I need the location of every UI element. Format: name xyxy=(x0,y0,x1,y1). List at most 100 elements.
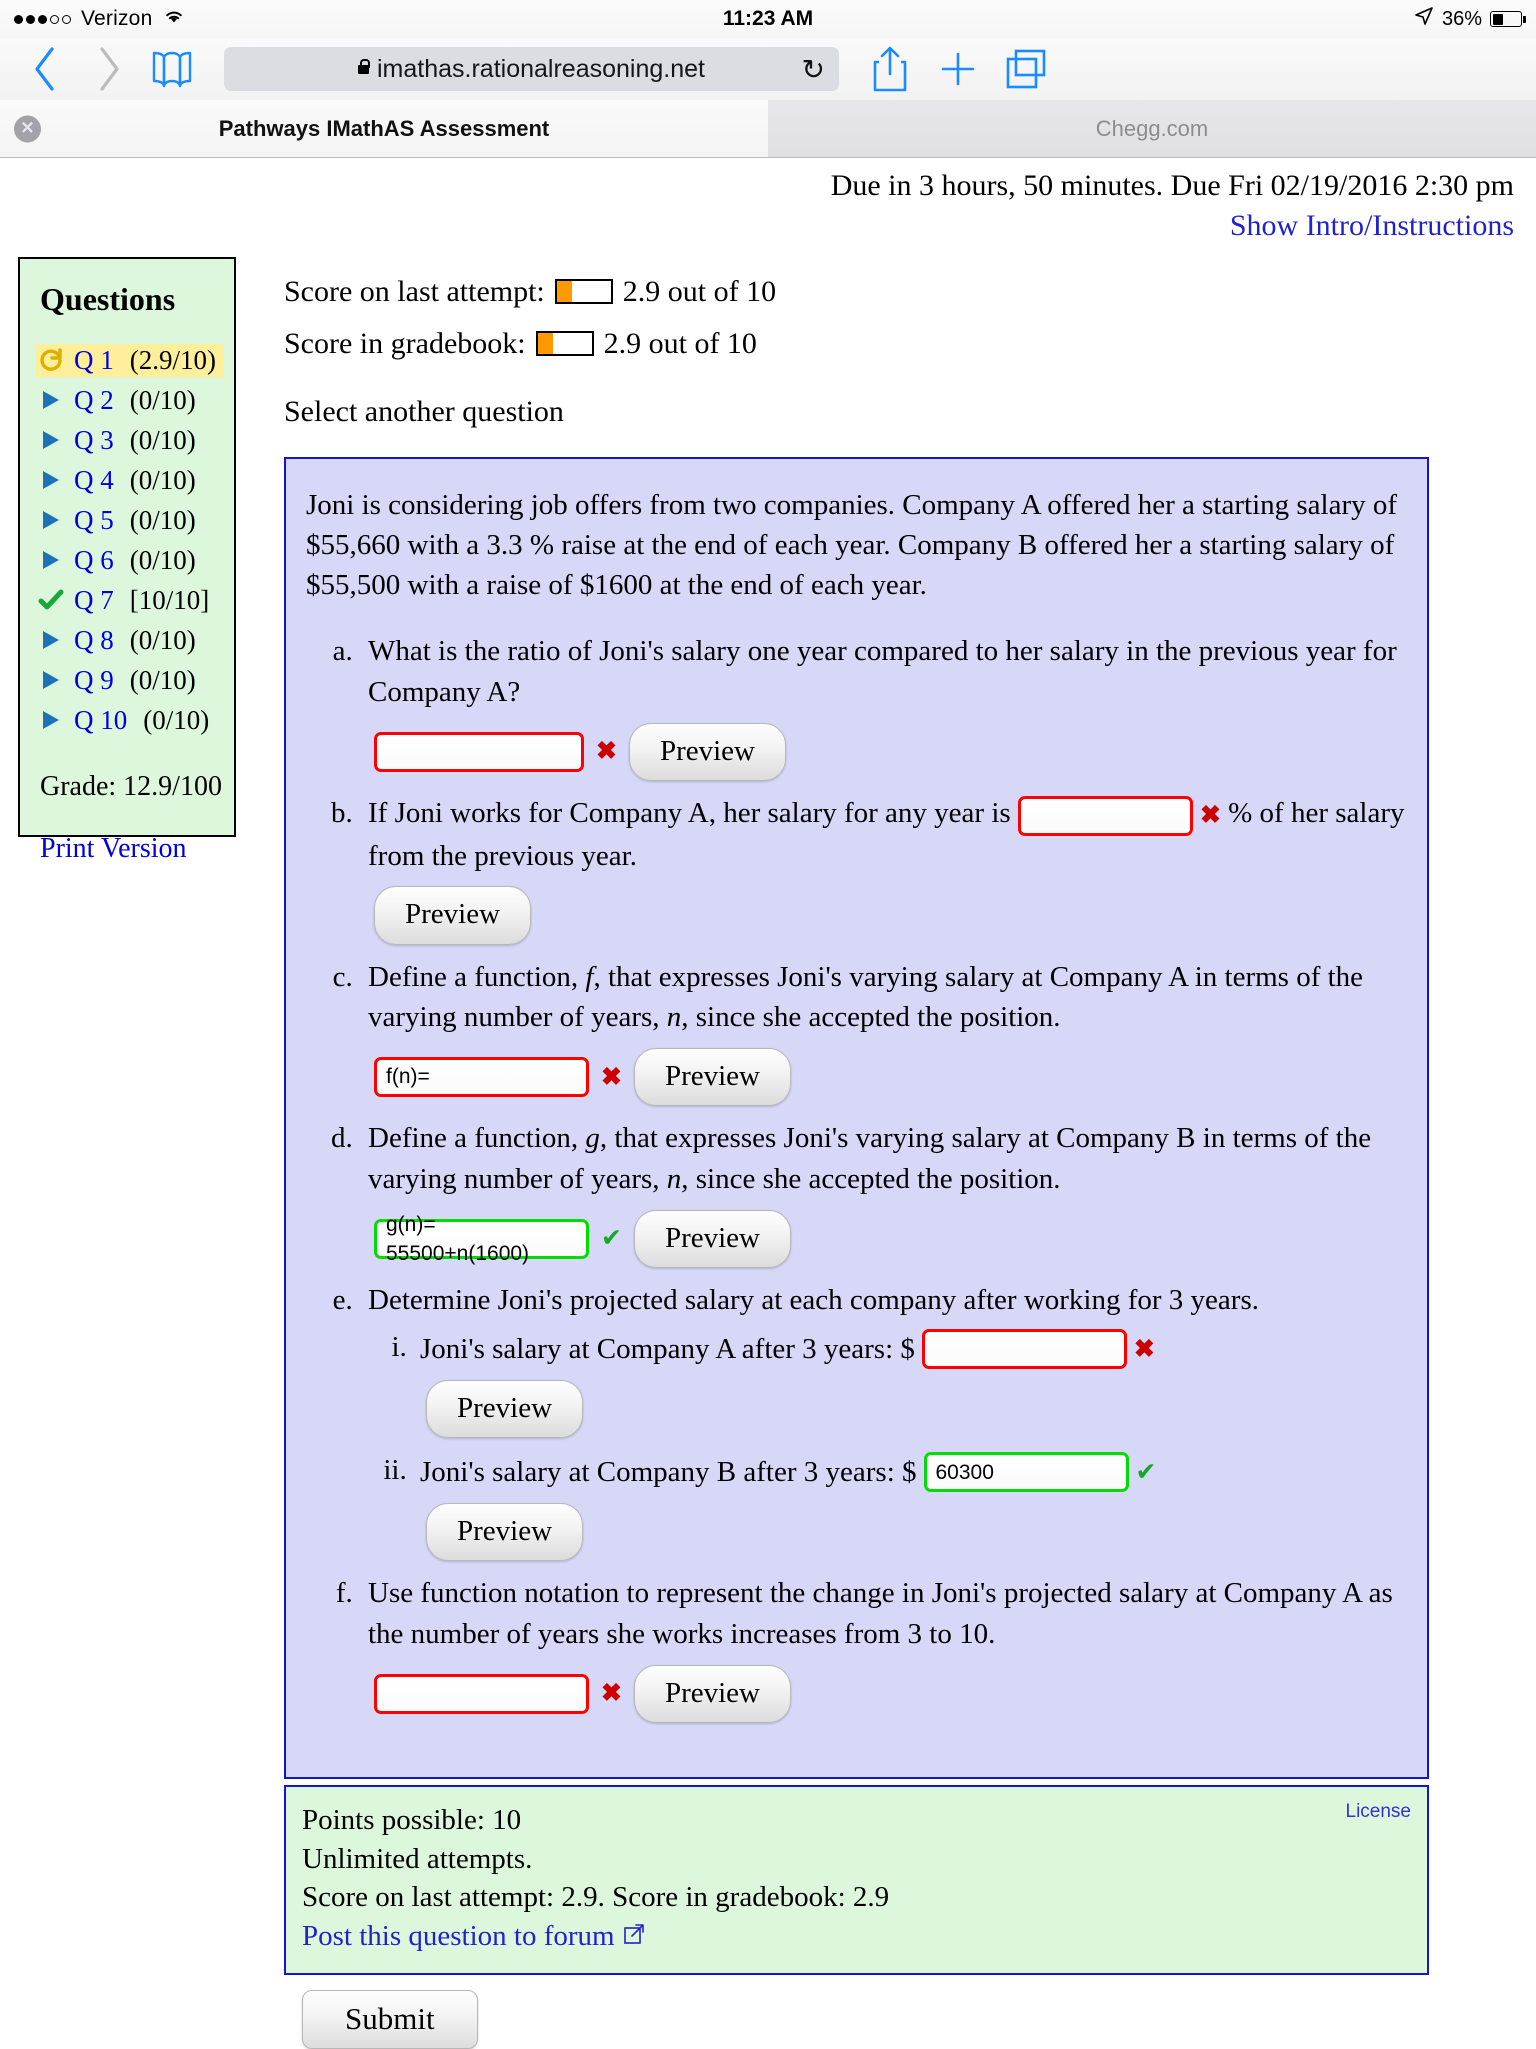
part-e-text: Determine Joni's projected salary at eac… xyxy=(368,1284,1259,1317)
part-e-i-preview-button[interactable]: Preview xyxy=(426,1379,584,1439)
part-d-text-1: Define a function, xyxy=(368,1122,586,1155)
page-content: Due in 3 hours, 50 minutes. Due Fri 02/1… xyxy=(0,158,1536,2049)
reload-icon[interactable]: ↻ xyxy=(802,53,825,86)
q-label: Q 5 xyxy=(74,504,114,535)
print-version-link[interactable]: Print Version xyxy=(40,833,224,865)
part-c-preview-button[interactable]: Preview xyxy=(633,1047,791,1107)
part-d-preview-button[interactable]: Preview xyxy=(633,1209,791,1269)
sidebar-item-q7[interactable]: Q 7 [10/10] xyxy=(36,584,224,617)
post-to-forum-link[interactable]: Post this question to forum xyxy=(302,1917,645,1956)
part-f-input[interactable] xyxy=(374,1673,589,1714)
questions-sidebar: Questions Q 1 (2.9/10) Q 2 (0/10) Q 3 (0… xyxy=(18,256,236,864)
tab-chegg[interactable]: Chegg.com xyxy=(768,100,1536,157)
part-b: If Joni works for Company A, her salary … xyxy=(360,793,1407,945)
part-e-ii-preview-row: Preview xyxy=(426,1502,1407,1562)
main-column: Score on last attempt: 2.9 out of 10 Sco… xyxy=(284,257,1429,2049)
browser-toolbar: imathas.rationalreasoning.net ↻ xyxy=(0,38,1536,100)
q-score: (0/10) xyxy=(129,544,196,575)
part-d: Define a function, g, that expresses Jon… xyxy=(360,1118,1407,1269)
url-text: imathas.rationalreasoning.net xyxy=(377,54,705,83)
sidebar-item-q8[interactable]: Q 8 (0/10) xyxy=(36,624,224,657)
carrier-name: Verizon xyxy=(81,7,153,30)
question-info-box: License Points possible: 10 Unlimited at… xyxy=(284,1785,1429,1976)
bookmarks-button[interactable] xyxy=(144,43,200,95)
sidebar-item-q6[interactable]: Q 6 (0/10) xyxy=(36,544,224,577)
play-icon xyxy=(38,467,64,493)
redo-icon xyxy=(38,347,64,373)
license-link[interactable]: License xyxy=(1346,1799,1412,1824)
forward-button[interactable] xyxy=(80,44,138,94)
sidebar-item-q5[interactable]: Q 5 (0/10) xyxy=(36,504,224,537)
ios-status-bar: Verizon 11:23 AM 36% xyxy=(0,0,1536,38)
sidebar-item-q3[interactable]: Q 3 (0/10) xyxy=(36,424,224,457)
q-label: Q 7 xyxy=(74,584,114,615)
q-label: Q 10 xyxy=(74,704,128,735)
part-e-ii-input[interactable]: 60300 xyxy=(923,1452,1129,1493)
incorrect-icon: ✖ xyxy=(596,738,617,766)
external-link-icon xyxy=(623,1917,645,1956)
q-label: Q 3 xyxy=(74,424,114,455)
part-f-answer-row: ✖ Preview xyxy=(374,1664,1407,1724)
part-d-input[interactable]: g(n)= 55500+n(1600) xyxy=(374,1213,589,1265)
part-e-ii-preview-button[interactable]: Preview xyxy=(426,1502,584,1562)
part-c-var-n: n xyxy=(666,1001,682,1034)
grade-total: Grade: 12.9/100 xyxy=(40,770,222,802)
body-wrapper: Questions Q 1 (2.9/10) Q 2 (0/10) Q 3 (0… xyxy=(0,243,1536,2049)
tab-title: Pathways IMathAS Assessment xyxy=(218,115,550,141)
part-a: What is the ratio of Joni's salary one y… xyxy=(360,631,1407,782)
part-b-preview-button[interactable]: Preview xyxy=(374,886,532,945)
q-label: Q 8 xyxy=(74,624,114,655)
q-score: (0/10) xyxy=(143,704,210,735)
score-last-attempt-meter xyxy=(554,279,613,304)
part-c-answer-row: f(n)= ✖ Preview xyxy=(374,1047,1407,1107)
url-bar[interactable]: imathas.rationalreasoning.net ↻ xyxy=(224,47,839,91)
tab-pathways-imathas[interactable]: ✕ Pathways IMathAS Assessment xyxy=(0,100,768,157)
play-icon xyxy=(38,707,64,733)
play-icon xyxy=(38,427,64,453)
part-a-preview-button[interactable]: Preview xyxy=(628,722,786,782)
q-score: (0/10) xyxy=(129,624,196,655)
part-e-i-preview-row: Preview xyxy=(426,1379,1407,1439)
submit-button[interactable]: Submit xyxy=(302,1990,478,2049)
select-another-question-link[interactable]: Select another question xyxy=(284,395,1429,429)
score-last-attempt-row: Score on last attempt: 2.9 out of 10 xyxy=(284,275,1429,309)
question-box: Joni is considering job offers from two … xyxy=(284,456,1429,1780)
part-e-ii: Joni's salary at Company B after 3 years… xyxy=(414,1450,1407,1562)
correct-icon: ✔ xyxy=(1135,1458,1157,1486)
share-button[interactable] xyxy=(859,43,921,95)
status-bar-clock: 11:23 AM xyxy=(722,7,814,30)
play-icon xyxy=(38,547,64,573)
show-tabs-button[interactable] xyxy=(995,43,1057,95)
play-icon xyxy=(38,387,64,413)
new-tab-button[interactable] xyxy=(927,43,989,95)
part-c-input[interactable]: f(n)= xyxy=(374,1057,589,1098)
sidebar-item-q10[interactable]: Q 10 (0/10) xyxy=(36,704,224,737)
back-button[interactable] xyxy=(16,44,74,94)
sidebar-item-q2[interactable]: Q 2 (0/10) xyxy=(36,384,224,417)
part-f-preview-button[interactable]: Preview xyxy=(633,1664,791,1724)
part-b-input[interactable] xyxy=(1017,795,1193,836)
signal-strength-icon xyxy=(14,14,71,24)
sidebar-item-q4[interactable]: Q 4 (0/10) xyxy=(36,464,224,497)
sidebar-item-q9[interactable]: Q 9 (0/10) xyxy=(36,664,224,697)
q-score: (0/10) xyxy=(129,424,196,455)
play-icon xyxy=(38,507,64,533)
part-e-i: Joni's salary at Company A after 3 years… xyxy=(414,1327,1407,1439)
sidebar-item-q1[interactable]: Q 1 (2.9/10) xyxy=(36,343,224,377)
part-e-i-text: Joni's salary at Company A after 3 years… xyxy=(420,1332,915,1365)
incorrect-icon: ✖ xyxy=(1133,1335,1155,1363)
part-a-input[interactable] xyxy=(374,731,584,772)
tab-strip: ✕ Pathways IMathAS Assessment Chegg.com xyxy=(0,100,1536,158)
show-intro-instructions-link[interactable]: Show Intro/Instructions xyxy=(0,207,1536,243)
part-e-ii-text: Joni's salary at Company B after 3 years… xyxy=(420,1456,917,1489)
status-bar-left: Verizon xyxy=(14,7,186,31)
battery-percent: 36% xyxy=(1441,7,1482,30)
submit-row: Submit xyxy=(284,1990,1429,2049)
score-gradebook-meter xyxy=(535,331,594,356)
part-e: Determine Joni's projected salary at eac… xyxy=(360,1280,1407,1562)
attempts-info: Unlimited attempts. xyxy=(302,1842,533,1875)
close-icon[interactable]: ✕ xyxy=(14,115,41,142)
part-f-text: Use function notation to represent the c… xyxy=(368,1577,1393,1650)
location-arrow-icon xyxy=(1414,6,1434,32)
part-e-i-input[interactable] xyxy=(921,1329,1127,1370)
